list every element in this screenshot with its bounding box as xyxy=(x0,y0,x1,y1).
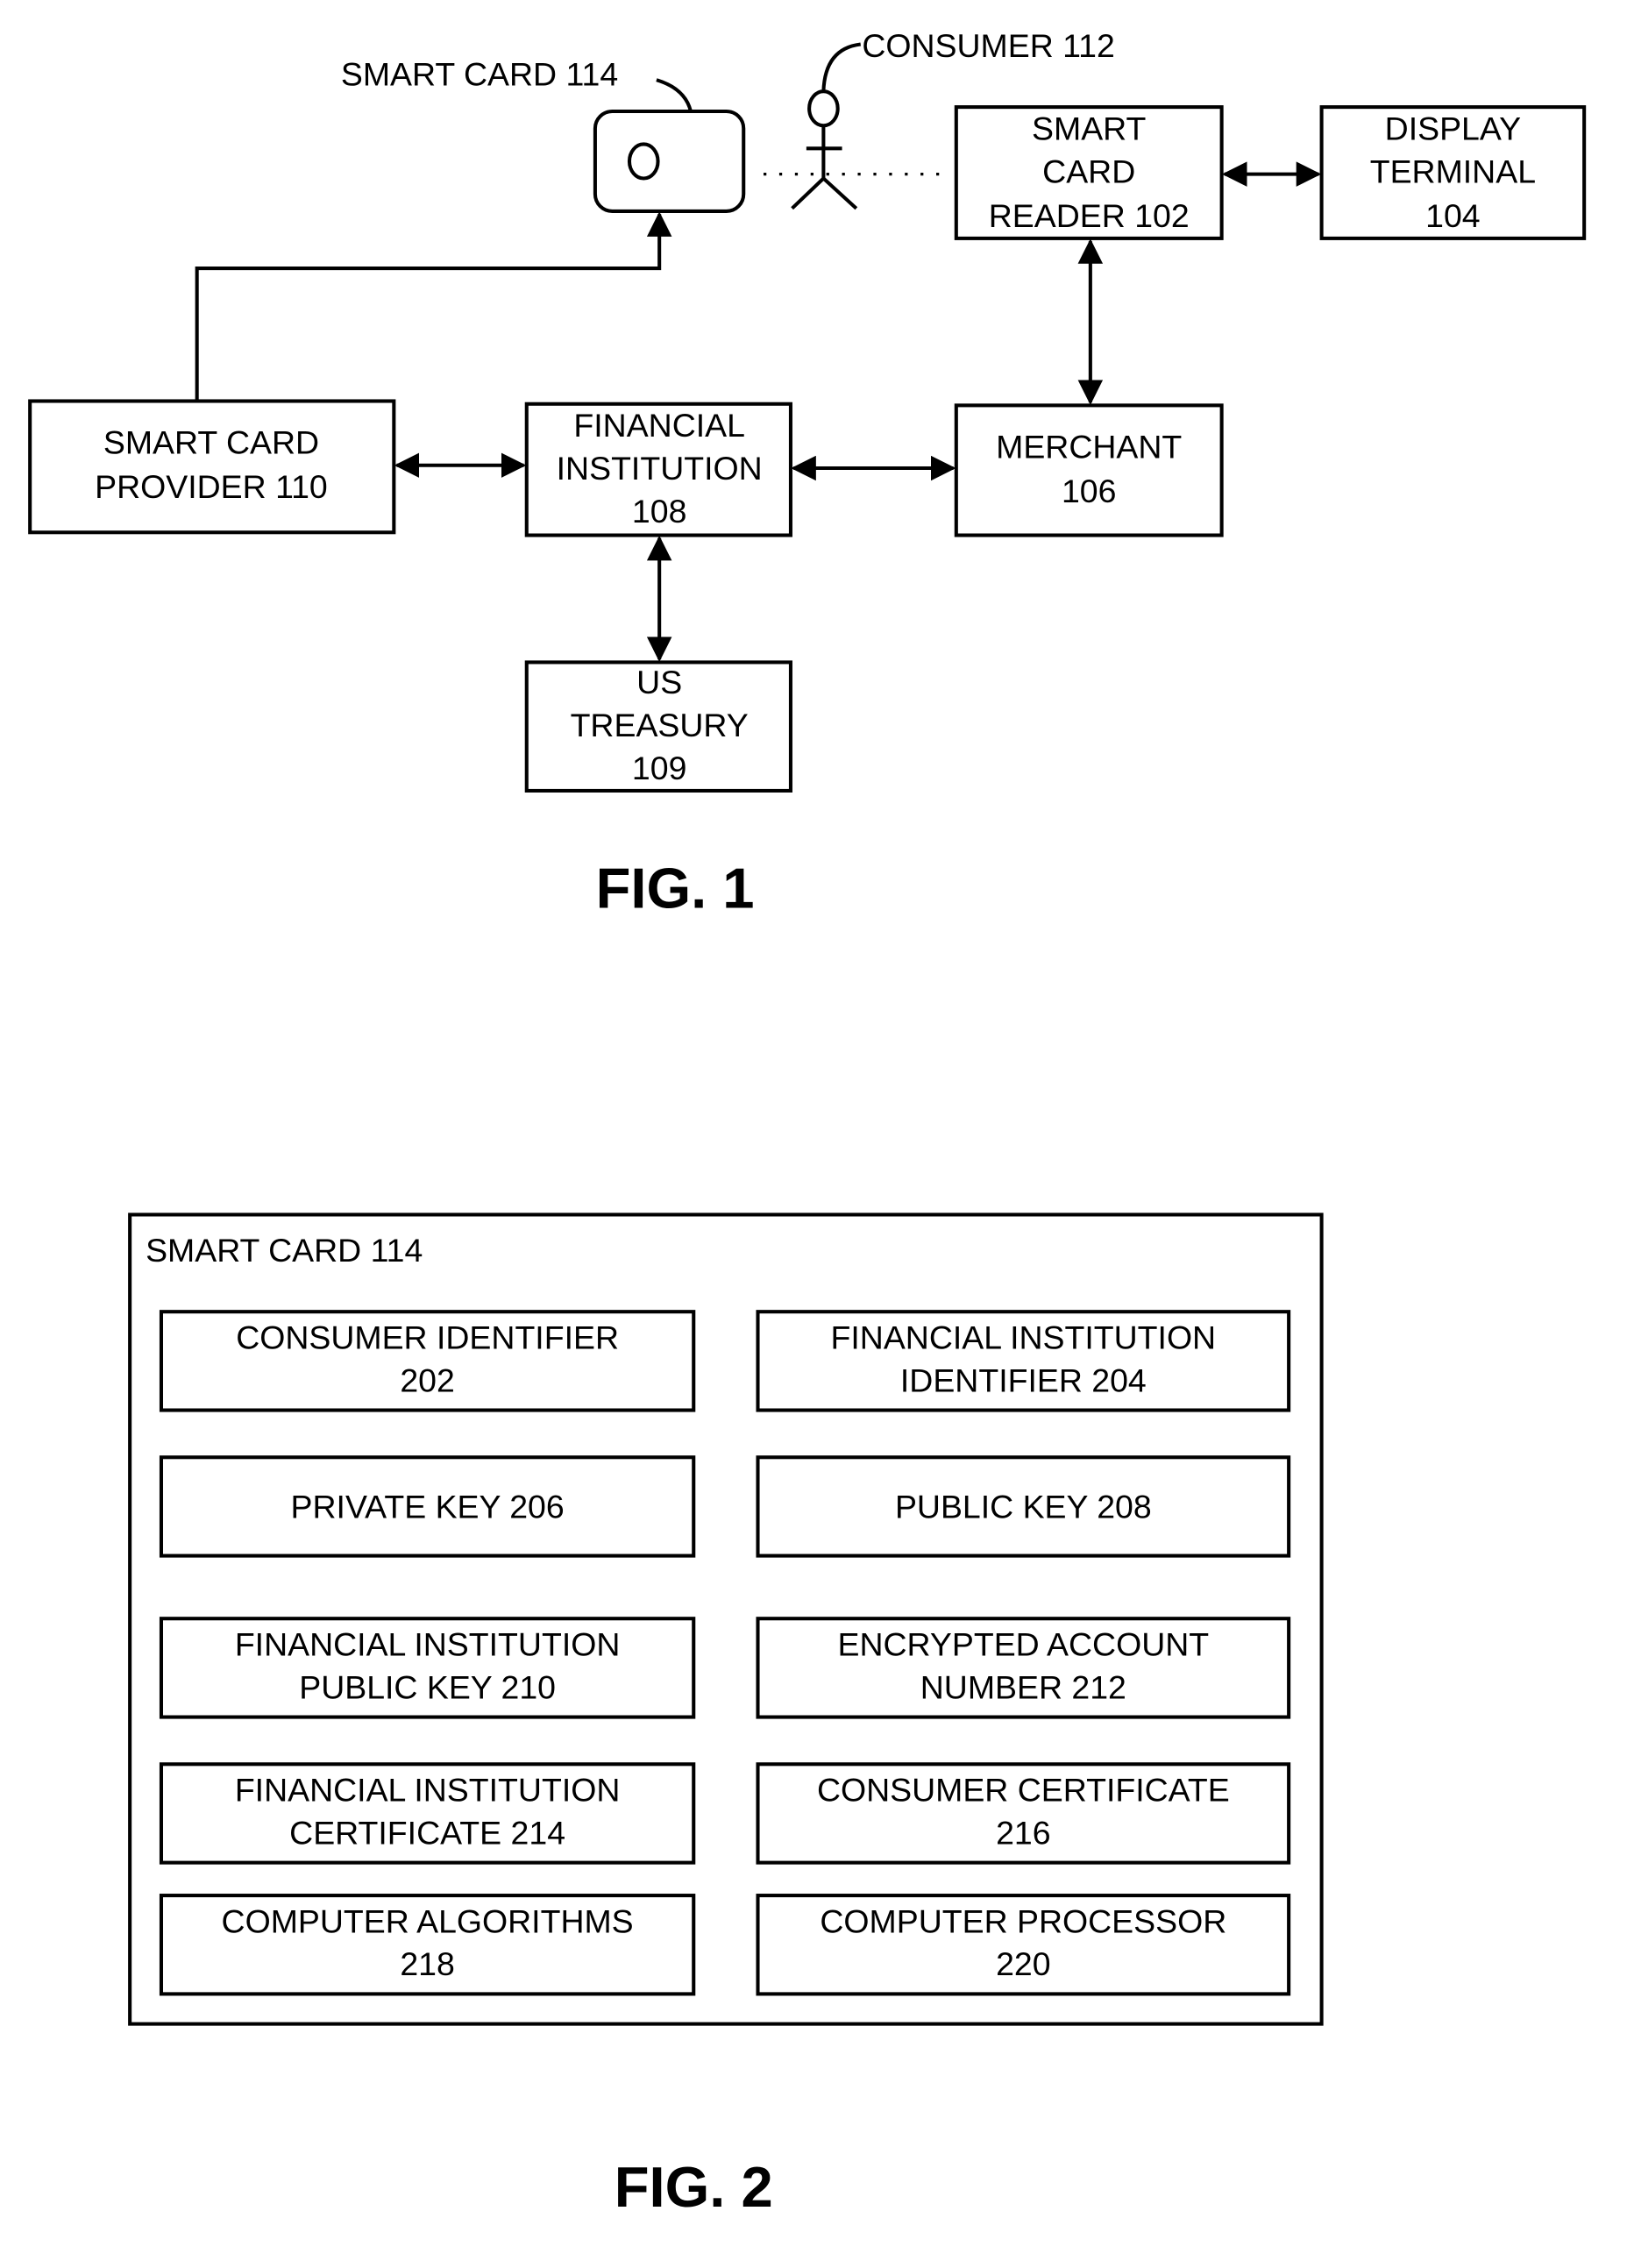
treasury-text: US xyxy=(636,664,682,700)
financial-text: FINANCIAL xyxy=(573,407,745,444)
display-text: 104 xyxy=(1425,197,1480,234)
provider-box xyxy=(28,399,396,535)
data-element-text: CONSUMER CERTIFICATE xyxy=(817,1772,1230,1809)
fig2-caption: FIG. 2 xyxy=(615,2155,773,2219)
data-element-text: FINANCIAL INSTITUTION xyxy=(235,1626,621,1663)
data-element-text: 218 xyxy=(400,1945,454,1982)
display-text: DISPLAY xyxy=(1385,110,1521,147)
data-element-text: 216 xyxy=(996,1814,1050,1851)
data-element-text: NUMBER 212 xyxy=(920,1668,1126,1705)
data-element-text: FINANCIAL INSTITUTION xyxy=(831,1319,1217,1356)
person-icon xyxy=(791,89,858,210)
financial-text: INSTITUTION xyxy=(557,450,763,487)
fig1: SMART CARD 114 CONSUMER 112 SMART CARD R… xyxy=(28,27,1587,920)
consumer-leader xyxy=(821,42,862,92)
data-element-text: ENCRYPTED ACCOUNT xyxy=(837,1626,1209,1663)
provider-text: SMART CARD xyxy=(103,424,319,461)
data-element-text: 220 xyxy=(996,1945,1050,1982)
data-element-text: FINANCIAL INSTITUTION xyxy=(235,1772,621,1809)
display-text: TERMINAL xyxy=(1370,153,1536,189)
reader-text: READER 102 xyxy=(989,197,1190,234)
data-element-text: CONSUMER IDENTIFIER xyxy=(236,1319,619,1356)
smart-card-icon xyxy=(593,109,746,213)
financial-text: 108 xyxy=(632,493,686,530)
data-element-text: COMPUTER PROCESSOR xyxy=(820,1902,1226,1939)
smart-card-leader xyxy=(656,78,693,112)
fig2: SMART CARD 114 CONSUMER IDENTIFIER 202 FIN… xyxy=(128,1212,1324,2219)
data-element-text: 202 xyxy=(400,1362,454,1398)
smart-card-label: SMART CARD 114 xyxy=(341,56,618,93)
fig1-caption: FIG. 1 xyxy=(596,856,755,920)
merchant-box xyxy=(954,403,1224,537)
container-label: SMART CARD 114 xyxy=(146,1232,423,1269)
data-element-text: PUBLIC KEY 208 xyxy=(895,1488,1152,1525)
merchant-text: 106 xyxy=(1062,473,1116,509)
consumer-label: CONSUMER 112 xyxy=(862,27,1114,64)
treasury-text: TREASURY xyxy=(571,707,749,743)
data-element-text: IDENTIFIER 204 xyxy=(900,1362,1147,1398)
data-element-text: COMPUTER ALGORITHMS xyxy=(222,1902,634,1939)
reader-text: SMART xyxy=(1032,110,1146,147)
reader-text: CARD xyxy=(1042,153,1135,189)
data-element-text: CERTIFICATE 214 xyxy=(289,1814,565,1851)
data-element-text: PUBLIC KEY 210 xyxy=(299,1668,556,1705)
patent-figures: SMART CARD 114 CONSUMER 112 SMART CARD R… xyxy=(28,27,1587,2219)
merchant-text: MERCHANT xyxy=(996,429,1182,466)
provider-to-card-arrow xyxy=(195,211,672,402)
provider-text: PROVIDER 110 xyxy=(95,468,328,505)
treasury-text: 109 xyxy=(632,750,686,786)
data-element-text: PRIVATE KEY 206 xyxy=(291,1488,565,1525)
